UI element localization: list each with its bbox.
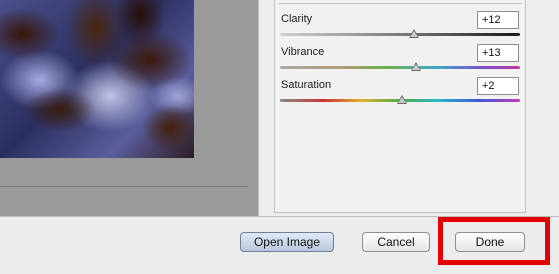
cancel-button[interactable]: Cancel <box>362 232 430 252</box>
photo-preview <box>0 0 194 158</box>
saturation-value-field[interactable]: +2 <box>477 77 519 95</box>
open-image-button[interactable]: Open Image <box>240 232 334 252</box>
done-highlight-box <box>438 217 550 265</box>
clarity-label: Clarity <box>281 13 313 25</box>
vibrance-slider-thumb[interactable] <box>410 62 421 71</box>
panel-top-divider <box>279 3 522 4</box>
clarity-slider-track[interactable] <box>280 33 520 36</box>
clarity-slider-thumb[interactable] <box>409 29 420 38</box>
preview-divider <box>0 186 248 187</box>
vibrance-label: Vibrance <box>281 46 325 58</box>
clarity-value-field[interactable]: +12 <box>477 11 519 29</box>
saturation-slider-thumb[interactable] <box>397 95 408 104</box>
vibrance-value-field[interactable]: +13 <box>477 44 519 62</box>
vibrance-slider-track[interactable] <box>280 66 520 69</box>
saturation-label: Saturation <box>281 79 332 91</box>
adjustments-panel-inner <box>274 0 526 213</box>
image-preview-area <box>0 0 248 216</box>
